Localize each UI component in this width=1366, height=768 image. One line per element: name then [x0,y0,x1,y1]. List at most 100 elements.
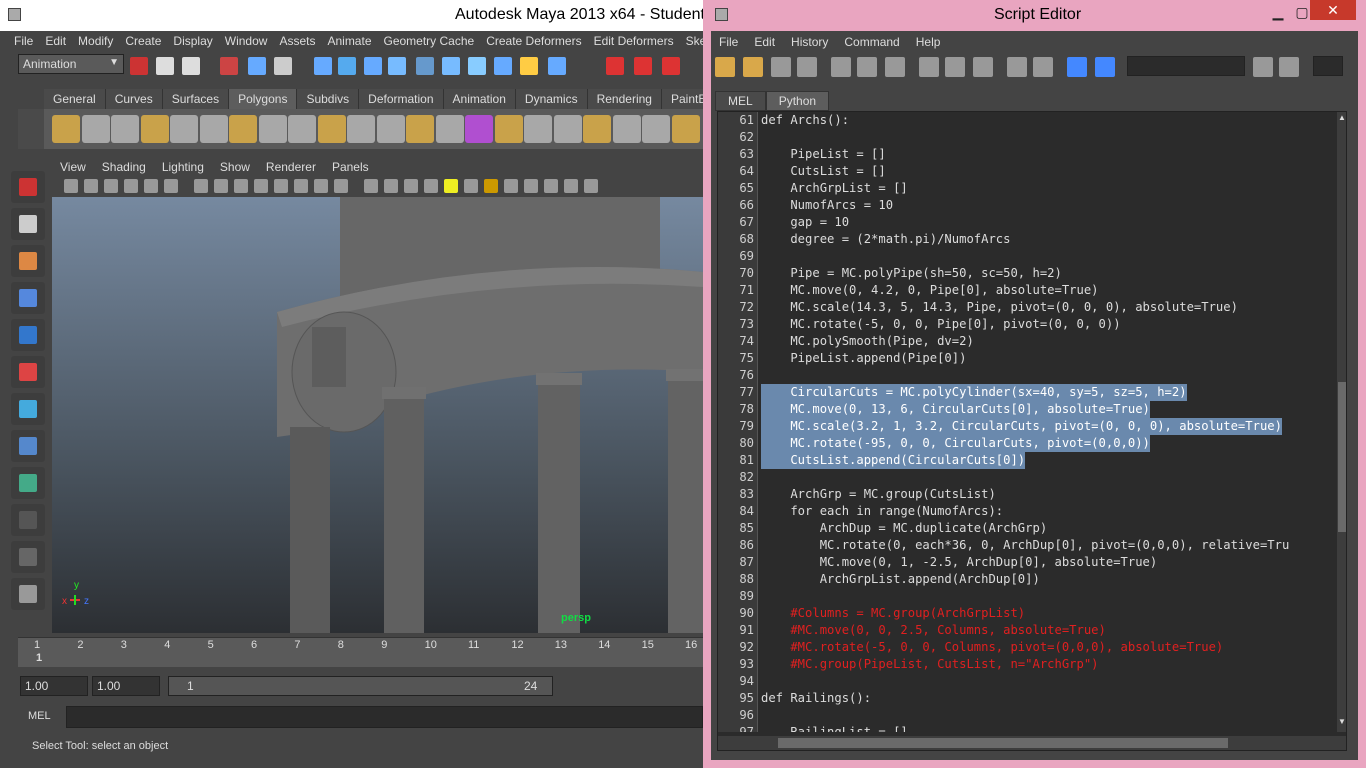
shelf-tab-animation[interactable]: Animation [443,89,516,109]
menu-set-dropdown[interactable]: Animation ▼ [18,54,124,74]
horizontal-scrollbar[interactable] [718,736,1346,750]
code-line[interactable]: 90 #Columns = MC.group(ArchGrpList) [718,605,1336,622]
shelf-tab-subdivs[interactable]: Subdivs [297,89,360,109]
polygon-shelf-icon[interactable] [583,115,611,143]
status-tool-icon[interactable] [442,57,460,75]
panel-menu-view[interactable]: View [52,160,94,174]
code-line[interactable]: 74 MC.polySmooth(Pipe, dv=2) [718,333,1336,350]
panel-tool-icon[interactable] [564,179,578,193]
panel-menu-shading[interactable]: Shading [94,160,154,174]
shelf-tab-dynamics[interactable]: Dynamics [515,89,588,109]
code-line[interactable]: 80 MC.rotate(-95, 0, 0, CircularCuts, pi… [718,435,1336,452]
status-tool-icon[interactable] [388,57,406,75]
polygon-shelf-icon[interactable] [317,115,346,143]
code-line[interactable]: 72 MC.scale(14.3, 5, 14.3, Pipe, pivot=(… [718,299,1336,316]
status-tool-icon[interactable] [338,57,356,75]
code-line[interactable]: 82 [718,469,1336,486]
panel-tool-icon[interactable] [364,179,378,193]
shelf-tab-curves[interactable]: Curves [105,89,163,109]
menu-animate[interactable]: Animate [321,34,377,48]
status-tool-icon[interactable] [662,57,680,75]
polygon-shelf-icon[interactable] [288,115,316,143]
playback-start-field[interactable]: 1.00 [92,676,160,696]
code-line[interactable]: 77 CircularCuts = MC.polyCylinder(sx=40,… [718,384,1336,401]
status-tool-icon[interactable] [416,57,434,75]
menu-create-deformers[interactable]: Create Deformers [480,34,587,48]
toolbox-tool[interactable] [11,171,45,203]
code-line[interactable]: 78 MC.move(0, 13, 6, CircularCuts[0], ab… [718,401,1336,418]
code-line[interactable]: 75 PipeList.append(Pipe[0]) [718,350,1336,367]
toolbox-tool[interactable] [11,541,45,573]
code-line[interactable]: 93 #MC.group(PipeList, CutsList, n="Arch… [718,656,1336,673]
code-line[interactable]: 94 [718,673,1336,690]
code-line[interactable]: 95 def Railings(): [718,690,1336,707]
status-tool-icon[interactable] [606,57,624,75]
code-line[interactable]: 65 ArchGrpList = [] [718,180,1336,197]
panel-tool-icon[interactable] [294,179,308,193]
vertical-scrollbar[interactable]: ▲ ▼ [1337,112,1346,732]
menu-file[interactable]: File [8,34,39,48]
polygon-shelf-icon[interactable] [376,115,405,143]
menu-edit-deformers[interactable]: Edit Deformers [588,34,680,48]
panel-tool-icon[interactable] [64,179,78,193]
se-menu-file[interactable]: File [711,35,746,49]
polygon-shelf-icon[interactable] [642,115,670,143]
status-tool-icon[interactable] [634,57,652,75]
perspective-viewport[interactable]: y x z persp [52,197,703,633]
mel-command-input[interactable] [66,706,703,728]
script-tool-icon[interactable] [1095,57,1115,77]
menu-edit[interactable]: Edit [39,34,72,48]
panel-tool-icon[interactable] [314,179,328,193]
panel-tool-icon[interactable] [384,179,398,193]
panel-menu-panels[interactable]: Panels [324,160,377,174]
scroll-up-icon[interactable]: ▲ [1338,113,1346,122]
script-tool-icon[interactable] [771,57,791,77]
shelf-tab-painteff[interactable]: PaintEff [661,89,703,109]
mel-label[interactable]: MEL [28,710,51,722]
code-line[interactable]: 67 gap = 10 [718,214,1336,231]
script-tool-icon[interactable] [973,57,993,77]
search-field[interactable] [1127,56,1245,76]
status-tool-icon[interactable] [130,57,148,75]
code-line[interactable]: 76 [718,367,1336,384]
panel-tool-icon[interactable] [334,179,348,193]
polygon-shelf-icon[interactable] [524,115,552,143]
polygon-shelf-icon[interactable] [81,115,110,143]
se-tab-mel[interactable]: MEL [715,91,766,111]
script-tool-icon[interactable] [1007,57,1027,77]
script-tool-icon[interactable] [919,57,939,77]
toolbox-tool[interactable] [11,319,45,351]
time-slider[interactable]: 1 1 2 3 4 5 6 7 8 9 10 11 12 13 14 15 16 [18,637,703,667]
menu-assets[interactable]: Assets [273,34,321,48]
polygon-shelf-icon[interactable] [494,115,523,143]
toolbox-tool[interactable] [11,467,45,499]
script-tool-icon[interactable] [715,57,735,77]
script-tool-icon[interactable] [1279,57,1299,77]
polygon-shelf-icon[interactable] [553,115,582,143]
toolbox-tool[interactable] [11,356,45,388]
code-line[interactable]: 66 NumofArcs = 10 [718,197,1336,214]
shelf-side-controls[interactable] [18,109,44,149]
panel-tool-icon[interactable] [584,179,598,193]
polygon-shelf-icon[interactable] [465,115,493,143]
panel-tool-icon[interactable] [444,179,458,193]
code-line[interactable]: 91 #MC.move(0, 0, 2.5, Columns, absolute… [718,622,1336,639]
toolbox-tool[interactable] [11,393,45,425]
font-size-field[interactable] [1313,56,1343,76]
status-tool-icon[interactable] [182,57,200,75]
script-tool-icon[interactable] [1033,57,1053,77]
code-line[interactable]: 89 [718,588,1336,605]
panel-tool-icon[interactable] [84,179,98,193]
panel-tool-icon[interactable] [544,179,558,193]
code-line[interactable]: 73 MC.rotate(-5, 0, 0, Pipe[0], pivot=(0… [718,316,1336,333]
panel-tool-icon[interactable] [104,179,118,193]
panel-tool-icon[interactable] [274,179,288,193]
vertical-scroll-thumb[interactable] [1338,382,1346,532]
horizontal-scroll-thumb[interactable] [778,738,1228,748]
se-menu-history[interactable]: History [783,35,836,49]
panel-tool-icon[interactable] [424,179,438,193]
code-line[interactable]: 85 ArchDup = MC.duplicate(ArchGrp) [718,520,1336,537]
script-tool-icon[interactable] [1067,57,1087,77]
shelf-tab-rendering[interactable]: Rendering [587,89,662,109]
panel-tool-icon[interactable] [164,179,178,193]
